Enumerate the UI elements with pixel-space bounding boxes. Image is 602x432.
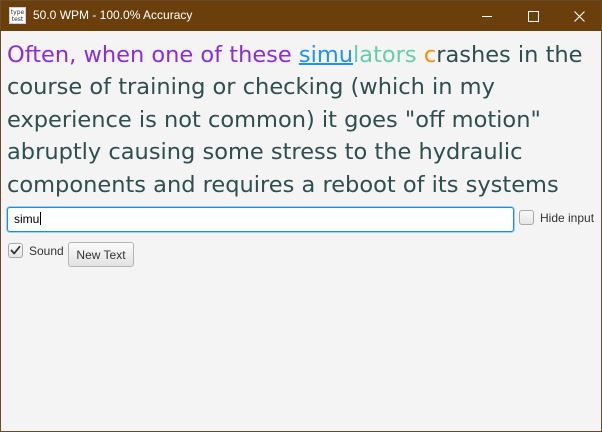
typing-input-value: simu — [14, 212, 40, 226]
minimize-icon — [481, 15, 492, 17]
word-gap — [417, 42, 424, 68]
maximize-button[interactable] — [510, 1, 556, 31]
next-character: c — [423, 42, 437, 68]
typing-input[interactable]: simu — [7, 207, 514, 232]
hide-input-option[interactable]: Hide input — [519, 210, 594, 225]
current-word-remaining: lators — [353, 42, 417, 68]
typed-text: Often, when one of these — [7, 42, 299, 68]
sound-checkbox[interactable] — [8, 243, 23, 258]
minimize-button[interactable] — [464, 1, 510, 31]
new-text-button[interactable]: New Text — [68, 242, 134, 267]
maximize-icon — [527, 10, 539, 22]
close-icon — [573, 10, 585, 22]
passage-text: Often, when one of these simulators cras… — [7, 39, 595, 233]
current-word-typed: simu — [298, 42, 354, 68]
close-button[interactable] — [556, 1, 602, 31]
app-icon: type test — [9, 7, 26, 24]
sound-label: Sound — [29, 243, 64, 258]
checkmark-icon — [10, 245, 21, 255]
app-window: type test 50.0 WPM - 100.0% Accuracy Oft… — [0, 0, 602, 432]
hide-input-label: Hide input — [540, 210, 595, 225]
text-caret — [40, 212, 42, 225]
remaining-text: rashes in the course of training or chec… — [7, 42, 583, 230]
app-icon-text-top: type — [10, 9, 25, 16]
hide-input-checkbox[interactable] — [519, 210, 534, 225]
sound-option[interactable]: Sound — [8, 243, 64, 258]
title-bar[interactable]: type test 50.0 WPM - 100.0% Accuracy — [1, 1, 601, 31]
window-title: 50.0 WPM - 100.0% Accuracy — [33, 8, 193, 22]
app-icon-text-bottom: test — [11, 16, 24, 23]
